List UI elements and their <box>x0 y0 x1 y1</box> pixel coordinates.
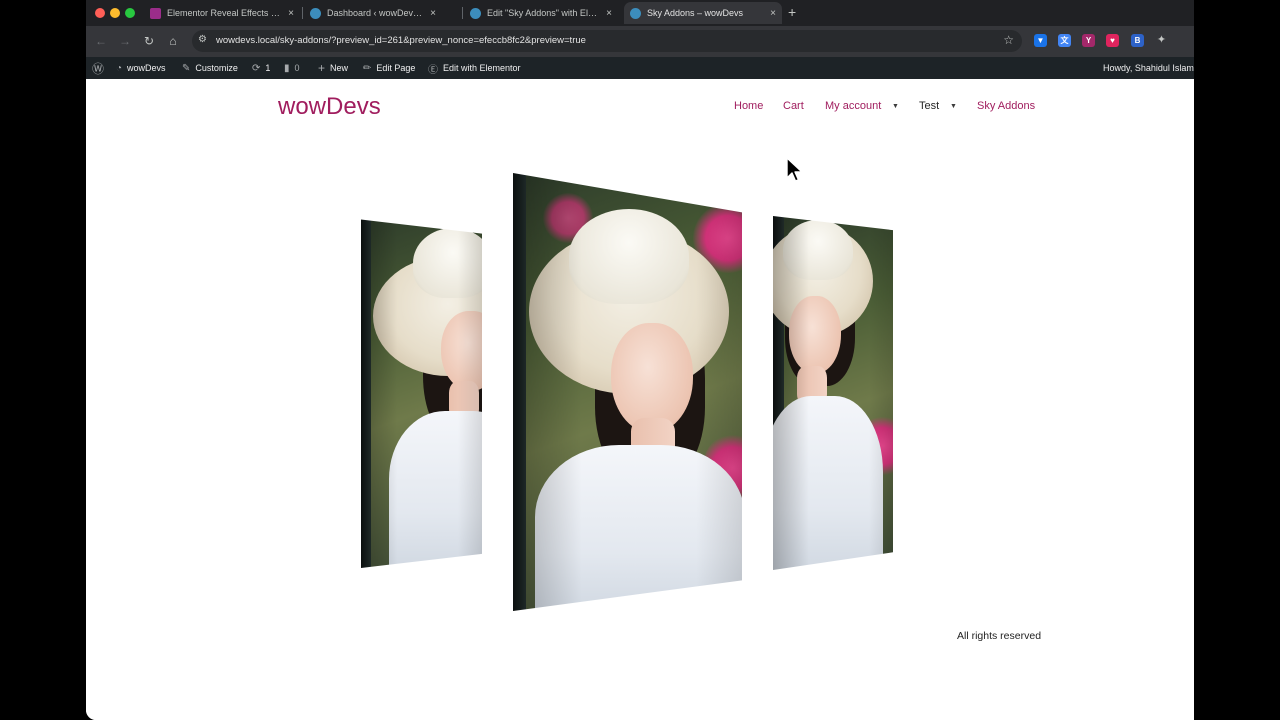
pocket-extension-icon[interactable]: ♥ <box>1106 34 1119 47</box>
wordpress-logo-icon: Ⓦ <box>92 61 105 76</box>
edit-with-elementor-link[interactable]: Ⓔ Edit with Elementor <box>428 57 521 79</box>
wp-admin-bar: Ⓦ ◔ wowDevs ✎ Customize ⟳ 1 ▮ 0 + New ✏ … <box>86 57 1194 79</box>
shield-extension-icon[interactable]: ▼ <box>1034 34 1047 47</box>
puzzle-extension-icon[interactable]: ✦ <box>1155 34 1168 47</box>
site-settings-icon[interactable]: ⚙ <box>198 34 207 45</box>
updates-icon: ⟳ <box>252 62 261 74</box>
wordpress-favicon-icon <box>310 7 321 19</box>
browser-toolbar: ← → ↻ ⌂ ⚙ wowdevs.local/sky-addons/?prev… <box>86 26 1194 57</box>
chevron-down-icon[interactable]: ▼ <box>892 103 899 110</box>
edit-page-link[interactable]: ✏ Edit Page <box>363 57 415 79</box>
tab-sky-addons-active[interactable]: Sky Addons – wowDevs × <box>624 2 782 24</box>
menu-item-test[interactable]: Test <box>919 100 939 112</box>
close-window-icon[interactable] <box>95 8 105 18</box>
customize-link[interactable]: ✎ Customize <box>182 57 238 79</box>
menu-item-cart[interactable]: Cart <box>783 100 804 112</box>
home-icon[interactable]: ⌂ <box>165 33 181 49</box>
yoast-extension-icon[interactable]: Y <box>1082 34 1095 47</box>
wordpress-logo-button[interactable]: Ⓦ <box>92 57 109 79</box>
bookmark-star-icon[interactable]: ☆ <box>1003 33 1014 47</box>
photo-panel-center <box>513 173 742 611</box>
new-tab-icon[interactable]: + <box>788 4 796 20</box>
minimize-window-icon[interactable] <box>110 8 120 18</box>
pencil-icon: ✏ <box>363 62 372 74</box>
tab-dashboard[interactable]: Dashboard ‹ wowDevs — Wo × <box>304 2 442 24</box>
menu-item-my-account[interactable]: My account <box>825 100 881 112</box>
menu-item-home[interactable]: Home <box>734 100 763 112</box>
address-bar[interactable]: ⚙ wowdevs.local/sky-addons/?preview_id=2… <box>192 30 1022 52</box>
maximize-window-icon[interactable] <box>125 8 135 18</box>
forward-arrow-icon[interactable]: → <box>117 33 133 49</box>
translate-extension-icon[interactable]: 文 <box>1058 34 1071 47</box>
close-tab-icon[interactable]: × <box>430 8 436 19</box>
updates-link[interactable]: ⟳ 1 <box>252 57 270 79</box>
new-content-link[interactable]: + New <box>318 57 348 79</box>
back-arrow-icon[interactable]: ← <box>93 33 109 49</box>
reload-icon[interactable]: ↻ <box>141 33 157 49</box>
tab-edit-sky-addons[interactable]: Edit "Sky Addons" with Eleme × <box>464 2 618 24</box>
site-page: wowDevs Home Cart My account ▼ Test ▼ Sk… <box>86 79 1194 720</box>
sky-addons-favicon-icon <box>150 7 161 19</box>
tab-strip: Elementor Reveal Effects Exte × Dashboar… <box>86 0 1194 26</box>
comments-link[interactable]: ▮ 0 <box>284 57 300 79</box>
browser-window: Elementor Reveal Effects Exte × Dashboar… <box>86 0 1194 720</box>
comment-bubble-icon: ▮ <box>284 62 290 74</box>
plus-icon: + <box>318 61 326 75</box>
mouse-cursor-icon <box>786 157 803 182</box>
dashboard-gauge-icon: ◔ <box>116 62 123 74</box>
site-name-link[interactable]: ◔ wowDevs <box>116 57 166 79</box>
photo-panel-left <box>361 219 482 568</box>
photo-panel-right <box>773 216 893 570</box>
wordpress-favicon-icon <box>630 7 641 19</box>
blue-extension-icon[interactable]: B <box>1131 34 1144 47</box>
wordpress-favicon-icon <box>470 7 481 19</box>
url-text[interactable]: wowdevs.local/sky-addons/?preview_id=261… <box>216 35 586 46</box>
chevron-down-icon[interactable]: ▼ <box>950 103 957 110</box>
footer-copyright: All rights reserved <box>957 630 1042 642</box>
menu-item-sky-addons[interactable]: Sky Addons <box>977 100 1035 112</box>
close-tab-icon[interactable]: × <box>606 8 612 19</box>
elementor-icon: Ⓔ <box>428 64 438 76</box>
paintbrush-icon: ✎ <box>182 62 191 74</box>
site-logo[interactable]: wowDevs <box>278 93 381 121</box>
howdy-user-menu[interactable]: Howdy, Shahidul Islam <box>1103 57 1194 79</box>
tab-elementor-reveal[interactable]: Elementor Reveal Effects Exte × <box>144 2 300 24</box>
close-tab-icon[interactable]: × <box>288 8 294 19</box>
close-tab-icon[interactable]: × <box>770 8 776 19</box>
